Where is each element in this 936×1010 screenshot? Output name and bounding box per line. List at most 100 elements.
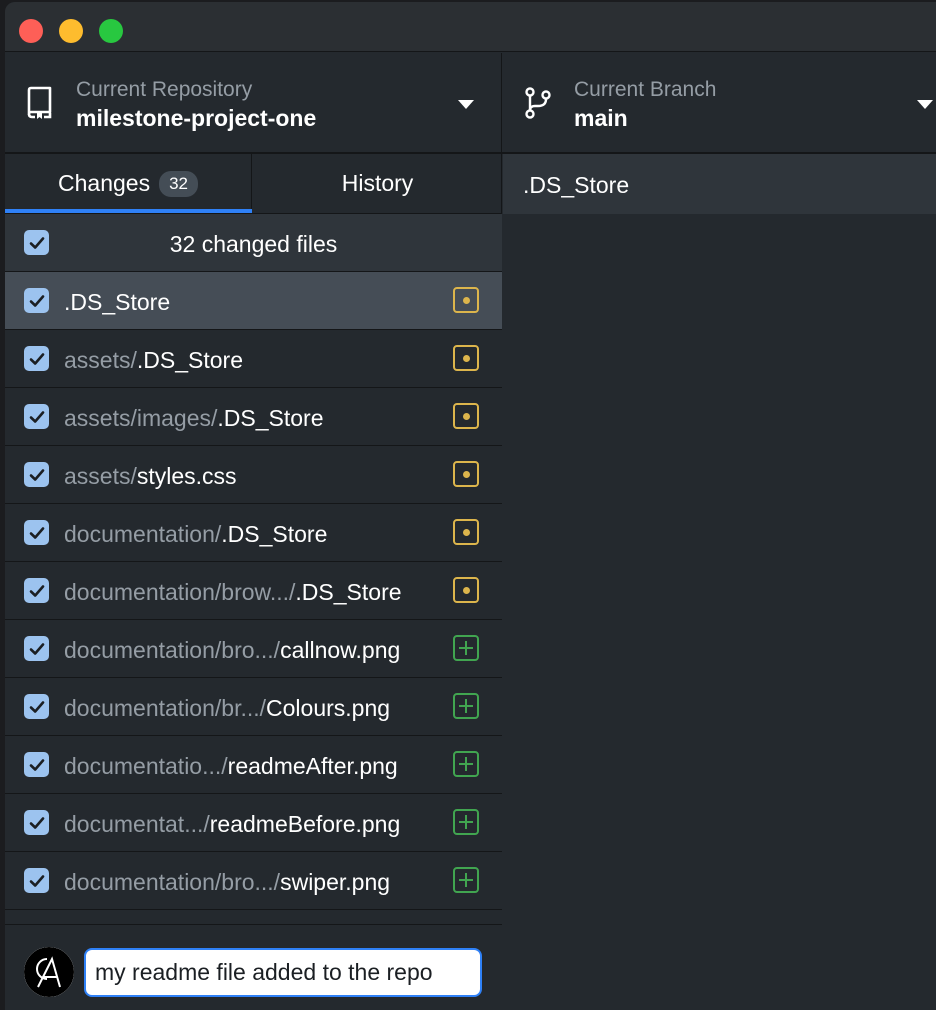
file-checkbox[interactable] (24, 752, 49, 777)
file-path: assets/images/.DS_Store (64, 405, 324, 432)
file-name: .DS_Store (221, 521, 328, 547)
checkmark-icon (29, 816, 44, 829)
toolbar: Current Repository milestone-project-one… (5, 53, 936, 154)
file-directory: documentation/bro.../ (64, 637, 281, 663)
current-branch-name: main (574, 105, 628, 131)
file-row[interactable]: assets/.DS_Store (5, 330, 502, 388)
file-directory: assets/ (64, 463, 137, 489)
file-path: documentation/.DS_Store (64, 521, 327, 548)
file-checkbox[interactable] (24, 636, 49, 661)
file-row[interactable]: documentat.../readmeBefore.png (5, 794, 502, 852)
file-checkbox[interactable] (24, 404, 49, 429)
file-path: documentation/bro.../callnow.png (64, 637, 400, 664)
file-name: .DS_Store (136, 347, 243, 373)
file-name: callnow.png (280, 637, 401, 663)
commit-area (5, 924, 502, 1010)
file-modified-icon (453, 577, 479, 603)
app-window: Current Repository milestone-project-one… (5, 2, 936, 1010)
file-row[interactable]: assets/images/.DS_Store (5, 388, 502, 446)
checkmark-icon (29, 352, 44, 365)
file-added-icon (453, 693, 479, 719)
file-modified-icon (453, 403, 479, 429)
file-directory: assets/images/ (64, 405, 218, 431)
file-row[interactable]: .DS_Store (5, 272, 502, 330)
changes-count-badge: 32 (159, 170, 198, 197)
checkmark-icon (29, 874, 44, 887)
file-row[interactable] (5, 910, 502, 924)
file-checkbox[interactable] (24, 462, 49, 487)
current-branch-button[interactable]: Current Branch main (503, 53, 936, 153)
file-path: assets/styles.css (64, 463, 237, 490)
file-checkbox[interactable] (24, 868, 49, 893)
file-checkbox[interactable] (24, 694, 49, 719)
file-checkbox[interactable] (24, 810, 49, 835)
current-branch-label: Current Branch (574, 78, 717, 101)
file-modified-icon (453, 519, 479, 545)
file-path: assets/.DS_Store (64, 347, 243, 374)
file-row[interactable]: assets/styles.css (5, 446, 502, 504)
file-checkbox[interactable] (24, 520, 49, 545)
file-checkbox[interactable] (24, 288, 49, 313)
sidebar-tabs: Changes 32 History (5, 154, 502, 214)
changed-files-header: 32 changed files (5, 214, 502, 272)
file-row[interactable]: documentation/brow.../.DS_Store (5, 562, 502, 620)
file-path: documentation/brow.../.DS_Store (64, 579, 402, 606)
changed-files-count: 32 changed files (169, 231, 338, 257)
file-row[interactable]: documentatio.../readmeAfter.png (5, 736, 502, 794)
chevron-down-icon (458, 100, 474, 109)
file-checkbox[interactable] (24, 578, 49, 603)
close-window-button[interactable] (19, 19, 43, 43)
title-bar (5, 2, 936, 52)
changed-files-list: .DS_Store assets/.DS_Store assets/images/.… (5, 272, 502, 924)
file-name: readmeBefore.png (209, 811, 401, 837)
selected-file-title: .DS_Store (523, 172, 630, 198)
git-branch-icon (525, 87, 551, 119)
file-checkbox[interactable] (24, 346, 49, 371)
file-added-icon (453, 809, 479, 835)
tab-history-label: History (341, 170, 414, 196)
file-directory: documentation/br.../ (64, 695, 267, 721)
file-directory: documentation/bro.../ (64, 869, 281, 895)
checkmark-icon (29, 526, 44, 539)
file-directory: documentat.../ (64, 811, 210, 837)
file-path: documentatio.../readmeAfter.png (64, 753, 398, 780)
file-directory: documentatio.../ (64, 753, 228, 779)
file-row[interactable]: documentation/bro.../callnow.png (5, 620, 502, 678)
file-name: swiper.png (280, 869, 391, 895)
tab-changes[interactable]: Changes 32 (5, 154, 252, 213)
diff-pane: .DS_Store (503, 154, 936, 1010)
avatar (24, 947, 74, 997)
checkmark-icon (29, 410, 44, 423)
changes-sidebar: Changes 32 History 32 changed files .DS_… (5, 154, 502, 1010)
file-directory: documentation/brow.../ (64, 579, 296, 605)
file-row[interactable]: documentation/bro.../swiper.png (5, 852, 502, 910)
file-directory: assets/ (64, 347, 137, 373)
file-path: documentation/bro.../swiper.png (64, 869, 390, 896)
tab-changes-label: Changes (58, 170, 151, 196)
file-name: .DS_Store (295, 579, 402, 605)
zoom-window-button[interactable] (99, 19, 123, 43)
tab-history[interactable]: History (253, 154, 502, 213)
user-avatar-image (24, 947, 74, 997)
minimize-window-button[interactable] (59, 19, 83, 43)
file-added-icon (453, 751, 479, 777)
file-name: .DS_Store (64, 289, 171, 315)
chevron-down-icon (917, 100, 933, 109)
file-row[interactable]: documentation/.DS_Store (5, 504, 502, 562)
current-repository-button[interactable]: Current Repository milestone-project-one (5, 53, 502, 153)
file-added-icon (453, 635, 479, 661)
file-row[interactable]: documentation/br.../Colours.png (5, 678, 502, 736)
file-name: .DS_Store (217, 405, 324, 431)
file-path: documentation/br.../Colours.png (64, 695, 390, 722)
file-name: Colours.png (266, 695, 391, 721)
current-repository-label: Current Repository (76, 78, 253, 101)
diff-header: .DS_Store (503, 154, 936, 214)
commit-summary-input[interactable] (84, 948, 482, 997)
file-modified-icon (453, 345, 479, 371)
repo-icon (27, 86, 52, 119)
checkmark-icon (29, 758, 44, 771)
file-name: readmeAfter.png (227, 753, 398, 779)
file-modified-icon (453, 461, 479, 487)
checkmark-icon (29, 294, 44, 307)
current-repository-name: milestone-project-one (76, 105, 317, 131)
